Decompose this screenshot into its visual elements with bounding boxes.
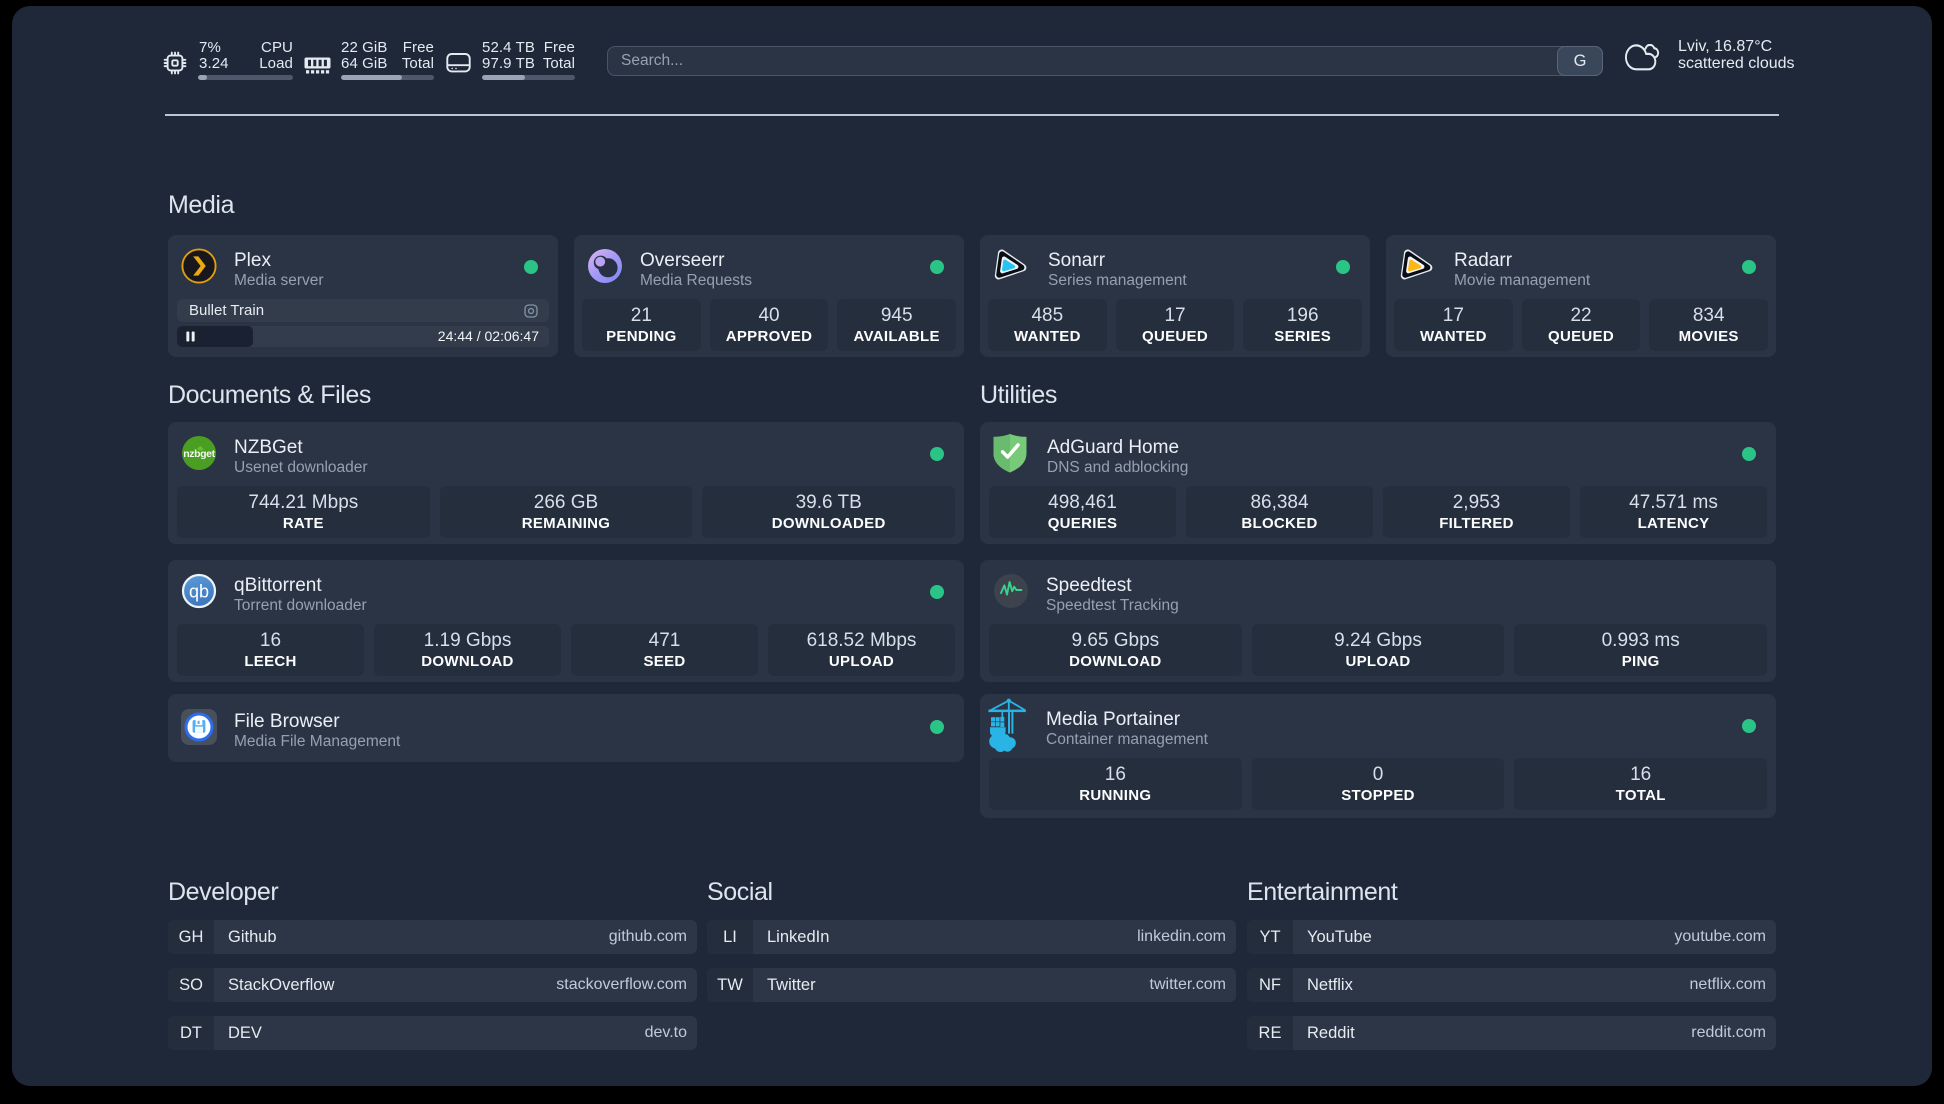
svg-text:nzbget: nzbget [183, 448, 215, 460]
svg-text:qb: qb [189, 582, 209, 602]
